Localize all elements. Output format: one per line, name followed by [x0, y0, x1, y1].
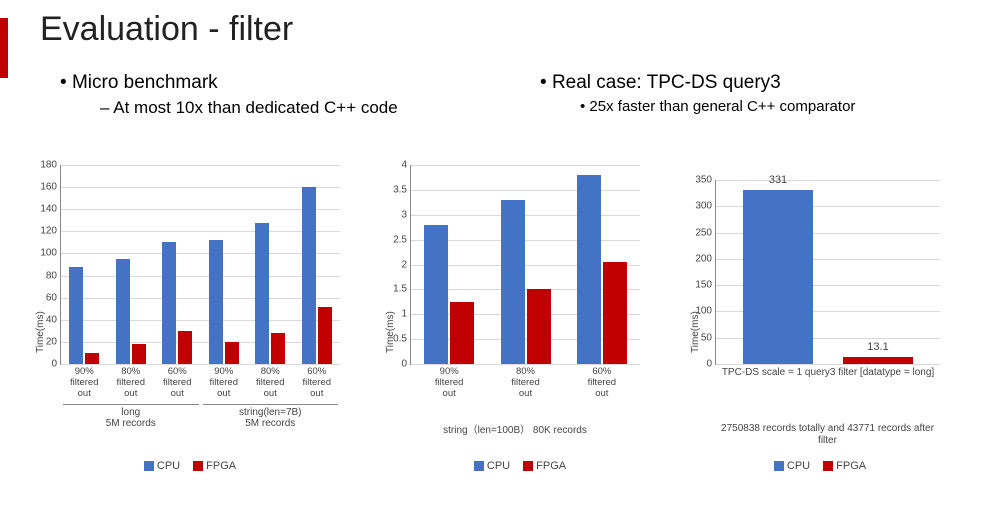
chart-3-legend: CPU FPGA	[670, 460, 960, 472]
x-category: 90% filtered out	[61, 364, 108, 400]
y-tick: 40	[46, 314, 57, 325]
bar-fpga	[603, 262, 627, 364]
y-tick: 100	[695, 306, 712, 317]
y-tick: 50	[701, 332, 712, 343]
y-tick: 180	[40, 160, 57, 171]
bar-cpu	[302, 187, 316, 364]
x-category: 60% filtered out	[154, 364, 201, 400]
y-tick: 0	[51, 359, 57, 370]
x-category: 90% filtered out	[201, 364, 248, 400]
bullet-right-text: Real case: TPC-DS query3	[552, 72, 781, 93]
bullet-right: • Real case: TPC-DS query3 • 25x faster …	[540, 72, 855, 115]
y-tick: 350	[695, 175, 712, 186]
chart-3: Time(ms) 0 50 100 150 200 250 300 350 331 13.1 TPC…	[670, 160, 960, 490]
y-tick: 20	[46, 336, 57, 347]
bar-cpu	[209, 240, 223, 364]
y-tick: 160	[40, 182, 57, 193]
bar-fpga	[132, 344, 146, 364]
chart-2-legend: CPU FPGA	[370, 460, 660, 472]
y-tick: 250	[695, 227, 712, 238]
bar-cpu	[501, 200, 525, 364]
bar-fpga	[225, 342, 239, 364]
chart-2-plot: Time(ms) 00.511.522.533.5490% filtered o…	[410, 165, 640, 365]
chart-2-subtitle: string（len=100B） 80K records	[370, 425, 660, 437]
legend-swatch-fpga	[823, 461, 833, 471]
bar-cpu	[577, 175, 601, 364]
y-tick: 150	[695, 280, 712, 291]
y-tick: 4	[401, 160, 407, 171]
y-tick: 140	[40, 204, 57, 215]
y-tick: 2	[401, 259, 407, 270]
y-tick: 80	[46, 270, 57, 281]
y-tick: 0	[401, 359, 407, 370]
bullet-left: • Micro benchmark – At most 10x than ded…	[60, 72, 398, 118]
y-tick: 60	[46, 292, 57, 303]
y-tick: 0.5	[393, 334, 407, 345]
slide-title: Evaluation - filter	[40, 10, 293, 49]
chart-2-ylabel: Time(ms)	[385, 311, 396, 353]
charts-row: Time(ms) 02040608010012014016018090% fil…	[20, 160, 980, 500]
bar-cpu	[424, 225, 448, 364]
x-category: 80% filtered out	[487, 364, 563, 400]
bar-fpga	[178, 331, 192, 364]
data-label: 331	[769, 174, 787, 186]
x-category: 60% filtered out	[294, 364, 341, 400]
bar-fpga	[527, 289, 551, 364]
bar-cpu	[162, 242, 176, 364]
x-category: 90% filtered out	[411, 364, 487, 400]
bar-fpga	[318, 307, 332, 364]
y-tick: 1	[401, 309, 407, 320]
legend-swatch-fpga	[523, 461, 533, 471]
bar-fpga	[843, 357, 913, 364]
y-tick: 2.5	[393, 234, 407, 245]
chart-2: Time(ms) 0 0.5 1 1.5 2 2.5 3 3.5 4 90% filtered o…	[370, 160, 660, 490]
bar-cpu	[255, 223, 269, 365]
chart-1: Time(ms) 0 20 40 60 80 100 120 140 160 180 90% fil…	[20, 160, 350, 490]
bullet-right-sub: • 25x faster than general C++ comparator	[580, 98, 855, 115]
chart-3-subtitle: 2750838 records totally and 43771 record…	[715, 423, 940, 447]
bullet-left-text: Micro benchmark	[72, 72, 218, 93]
y-tick: 3	[401, 209, 407, 220]
data-label: 13.1	[867, 341, 888, 353]
bar-fpga	[85, 353, 99, 364]
legend-swatch-cpu	[774, 461, 784, 471]
y-tick: 3.5	[393, 184, 407, 195]
y-tick: 300	[695, 201, 712, 212]
chart-1-ylabel: Time(ms)	[35, 311, 46, 353]
bar-cpu	[69, 267, 83, 364]
accent-bar	[0, 18, 8, 78]
x-group: long 5M records	[63, 404, 199, 429]
x-category: 80% filtered out	[247, 364, 294, 400]
bar-fpga	[271, 333, 285, 364]
y-tick: 120	[40, 226, 57, 237]
x-category: 80% filtered out	[108, 364, 155, 400]
y-tick: 100	[40, 248, 57, 259]
chart-3-plot: Time(ms) 05010015020025030035033113.1TPC…	[715, 180, 940, 365]
bullet-left-sub: – At most 10x than dedicated C++ code	[100, 98, 398, 118]
legend-swatch-cpu	[144, 461, 154, 471]
chart-3-ylabel: Time(ms)	[690, 311, 701, 353]
y-tick: 200	[695, 253, 712, 264]
bar-fpga	[450, 302, 474, 364]
chart-1-legend: CPU FPGA	[20, 460, 350, 472]
chart-1-plot: Time(ms) 02040608010012014016018090% fil…	[60, 165, 340, 365]
bar-cpu	[116, 259, 130, 364]
x-category: 60% filtered out	[564, 364, 640, 400]
legend-swatch-cpu	[474, 461, 484, 471]
x-category: TPC-DS scale = 1 query3 filter [datatype…	[716, 364, 940, 379]
y-tick: 0	[706, 359, 712, 370]
x-group: string(len=7B) 5M records	[203, 404, 339, 429]
legend-swatch-fpga	[193, 461, 203, 471]
bar-cpu	[743, 190, 813, 364]
y-tick: 1.5	[393, 284, 407, 295]
